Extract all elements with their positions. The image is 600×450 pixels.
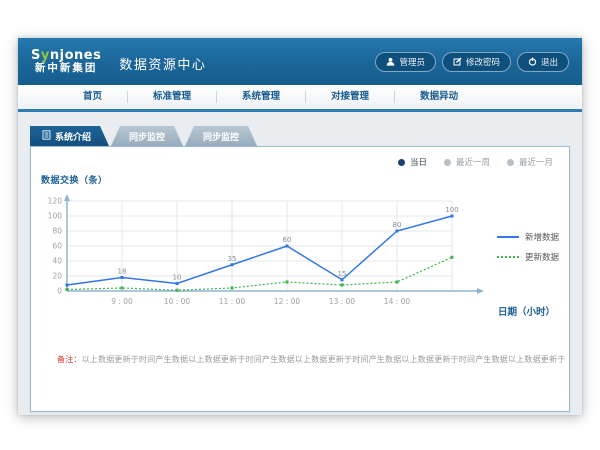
document-icon [42,130,51,143]
legend-item-update-data: 更新数据 [497,251,559,263]
edit-icon [453,57,462,66]
dotted-line-swatch [497,256,519,258]
user-icon [386,57,395,66]
svg-text:80: 80 [393,221,402,229]
period-selector: 当日 最近一周 最近一月 [398,156,553,168]
app-window: Synjones 新中新集团 数据资源中心 管理员 修改密码 退出 [18,38,582,415]
radio-dot [398,159,405,166]
svg-text:100: 100 [48,212,63,221]
svg-text:100: 100 [445,206,458,214]
radio-dot [444,159,451,166]
series-legend: 新增数据 更新数据 [497,231,559,271]
nav-item-system-mgmt[interactable]: 系统管理 [217,85,305,109]
main-nav: 首页 标准管理 系统管理 对接管理 数据异动 [18,85,582,112]
logo-text-cn: 新中新集团 [35,63,98,75]
page-title: 数据资源中心 [119,50,206,73]
period-option-last-month[interactable]: 最近一月 [507,156,553,168]
svg-text:20: 20 [52,272,62,281]
logo-text-en: Synjones [31,49,101,63]
nav-item-home[interactable]: 首页 [58,85,127,109]
period-option-last-week[interactable]: 最近一周 [444,156,490,168]
nav-item-interface-mgmt[interactable]: 对接管理 [306,85,394,109]
change-password-button[interactable]: 修改密码 [442,52,511,72]
admin-user-button[interactable]: 管理员 [375,52,436,72]
radio-dot [507,159,514,166]
svg-text:120: 120 [48,197,63,206]
tab-sync-monitor-2[interactable]: 同步监控 [185,126,257,146]
header-bar: Synjones 新中新集团 数据资源中心 管理员 修改密码 退出 [18,38,582,85]
svg-text:18: 18 [118,268,127,276]
company-logo: Synjones 新中新集团 [31,49,101,75]
tab-sync-monitor-1[interactable]: 同步监控 [111,126,183,146]
svg-text:10 : 00: 10 : 00 [164,297,191,306]
svg-text:14 : 00: 14 : 00 [384,297,411,306]
svg-text:10: 10 [173,274,182,282]
logout-button[interactable]: 退出 [517,52,569,72]
x-axis-title: 日期（小时） [498,304,555,318]
chart-panel: 当日 最近一周 最近一月 数据交换（条） 0 20 40 60 80 100 120 9 : … [30,146,570,412]
tab-system-intro[interactable]: 系统介绍 [30,126,109,146]
nav-item-data-change[interactable]: 数据异动 [395,85,483,109]
svg-text:60: 60 [52,242,62,251]
period-option-today[interactable]: 当日 [398,156,427,168]
power-icon [528,57,537,66]
svg-text:13 : 00: 13 : 00 [329,297,356,306]
nav-item-standard-mgmt[interactable]: 标准管理 [128,85,216,109]
solid-line-swatch [497,236,519,238]
y-axis-title: 数据交换（条） [41,173,108,186]
svg-text:40: 40 [52,257,62,266]
tab-bar: 系统介绍 同步监控 同步监控 [30,126,570,146]
line-chart: 0 20 40 60 80 100 120 9 : 00 10 : 00 11 : 00 12 : … [37,193,507,321]
svg-text:11 : 00: 11 : 00 [219,297,246,306]
svg-text:0: 0 [57,287,62,296]
content-area: 系统介绍 同步监控 同步监控 当日 最近一周 [18,112,582,412]
svg-text:60: 60 [283,236,292,244]
svg-text:15: 15 [338,270,347,278]
legend-item-new-data: 新增数据 [497,231,559,243]
footer-note: 备注：以上数据更新于时间产生数据以上数据更新于时间产生数据以上数据更新于时间产生… [57,354,565,365]
svg-text:80: 80 [52,227,62,236]
svg-text:9 : 00: 9 : 00 [111,297,133,306]
note-prefix: 备注： [57,355,82,364]
svg-text:35: 35 [228,255,237,263]
svg-text:12 : 00: 12 : 00 [274,297,301,306]
header-actions: 管理员 修改密码 退出 [375,52,569,72]
